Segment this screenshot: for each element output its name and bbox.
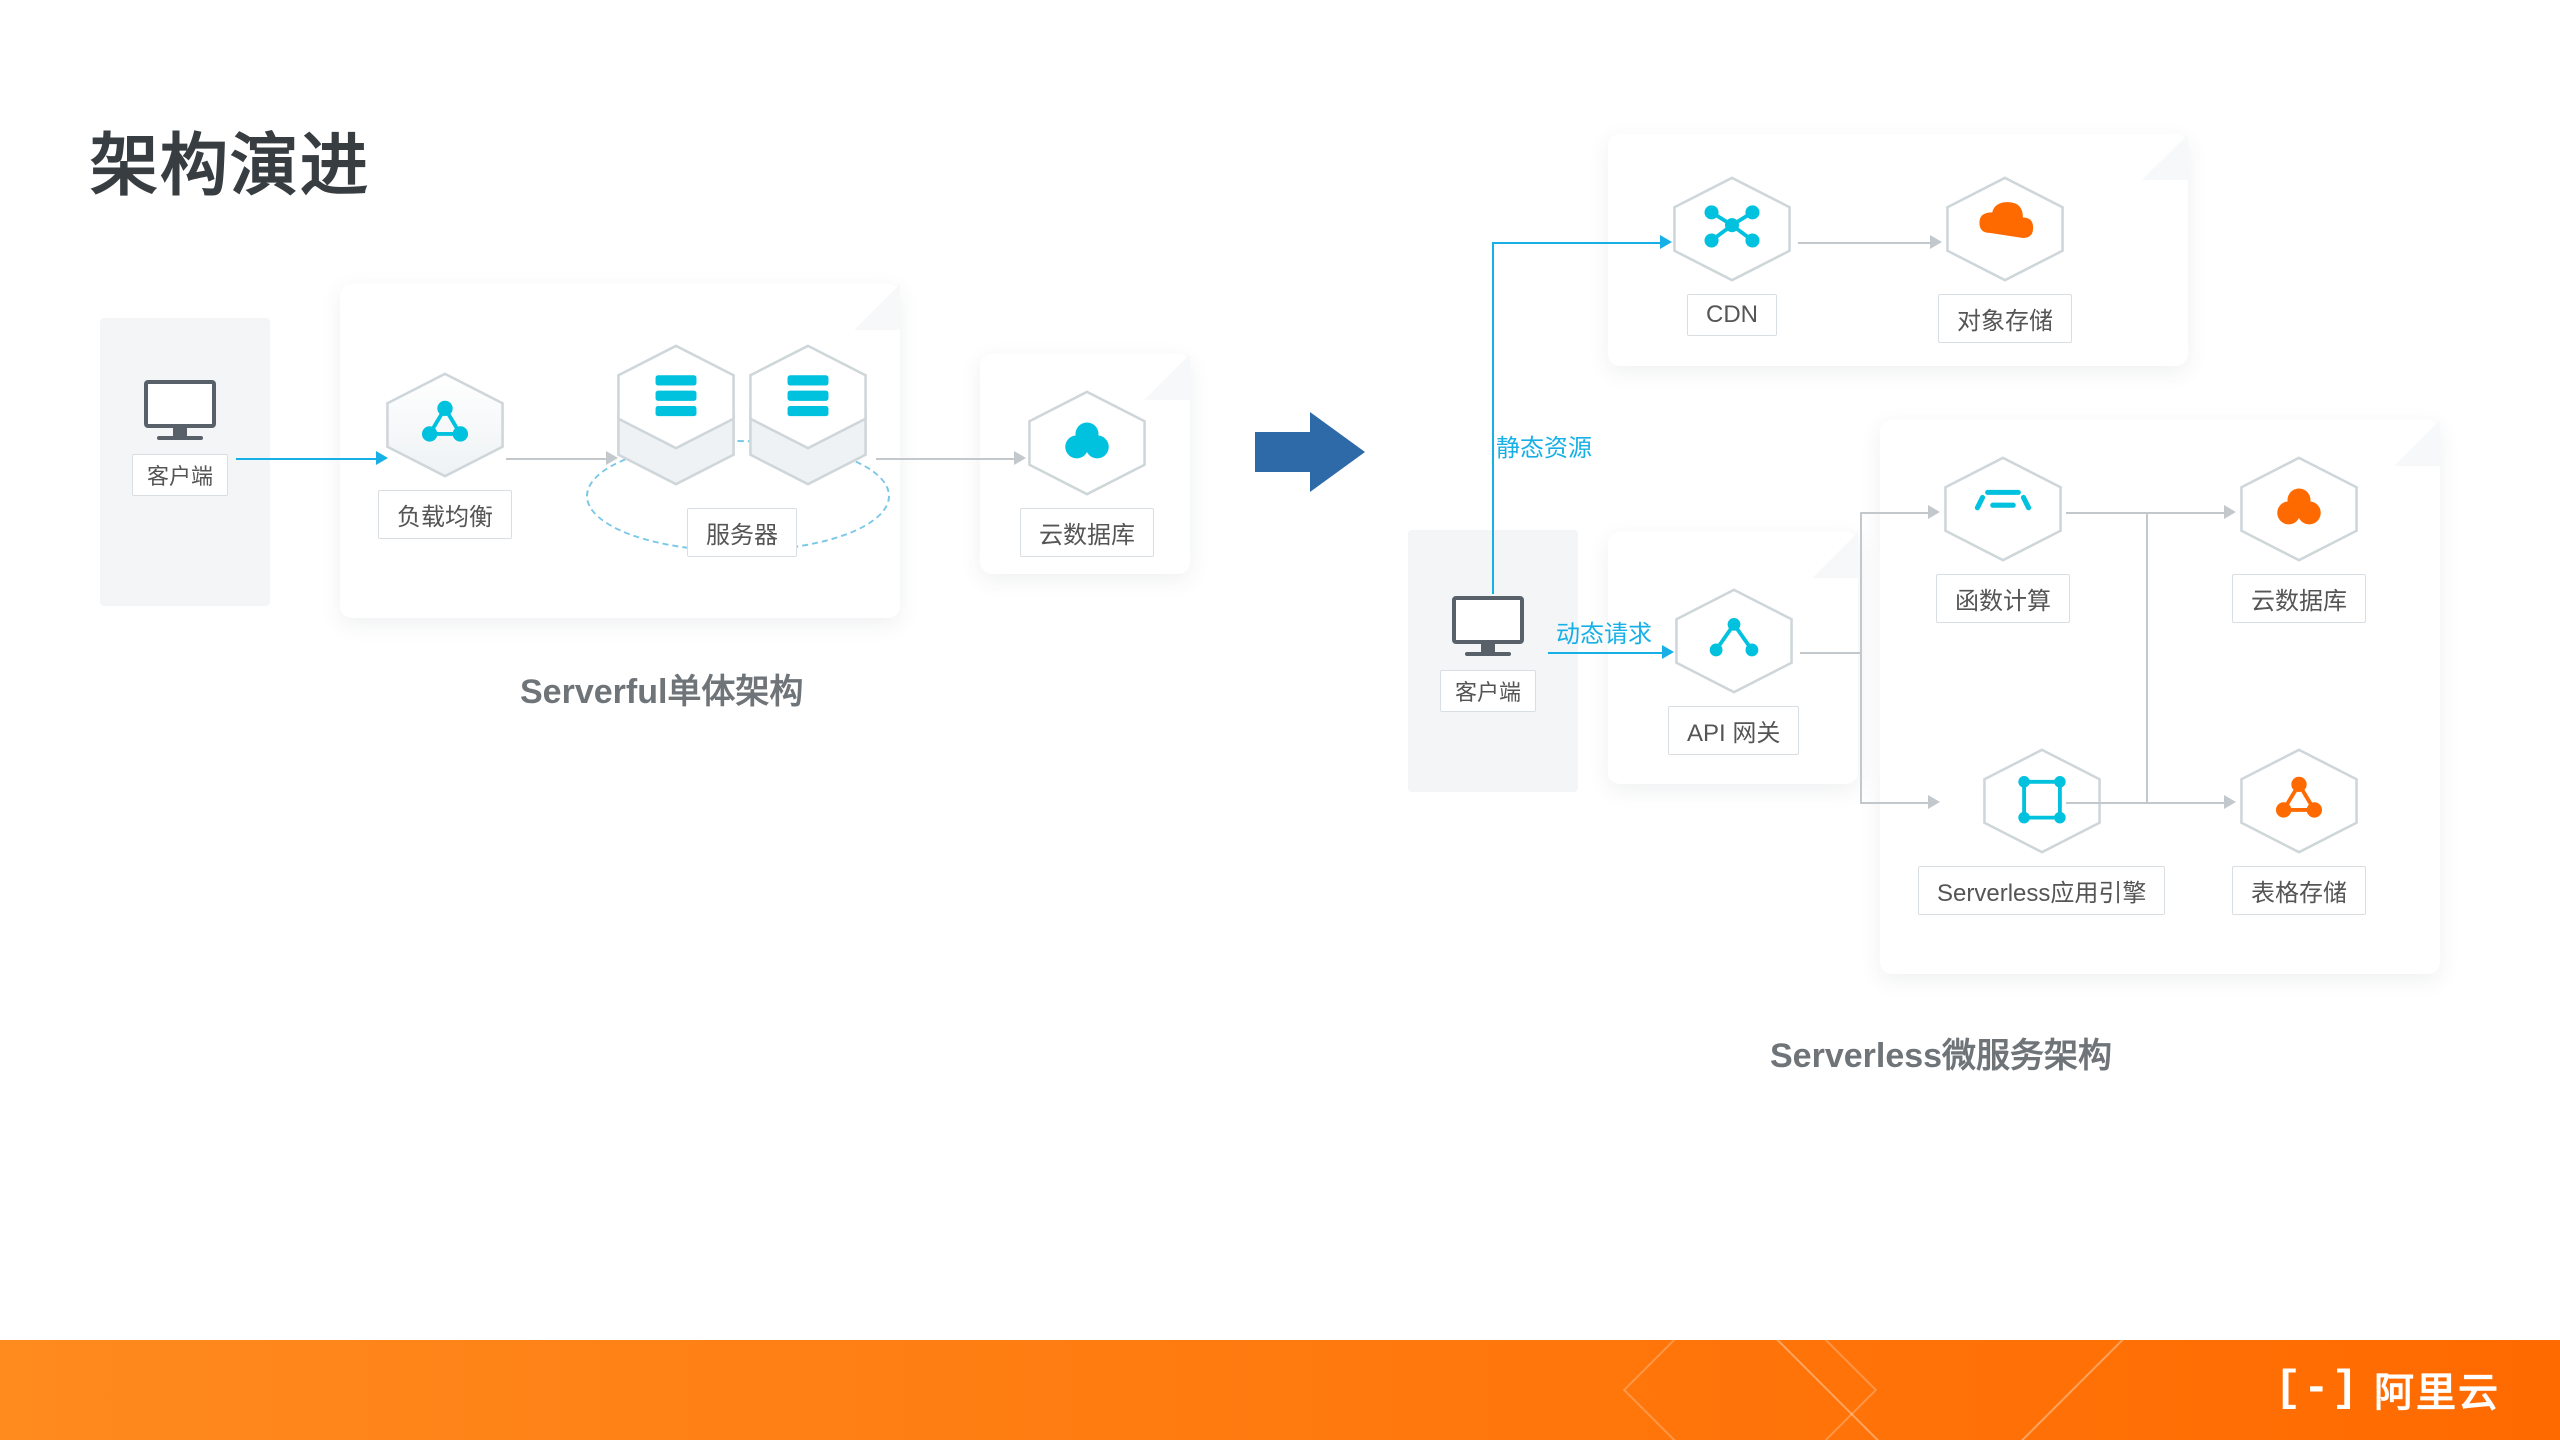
left-slb-label: 负载均衡: [378, 490, 512, 539]
left-client-label: 客户端: [132, 454, 228, 496]
conn-to-rds-arrow: [2224, 505, 2236, 519]
transition-arrow-icon: [1255, 412, 1365, 492]
client-pc-icon: [144, 380, 216, 444]
slide-title: 架构演进: [90, 110, 370, 209]
left-server-node: 服务器: [612, 342, 872, 557]
conn-fc-out: [2066, 512, 2146, 514]
right-ots-node: 表格存储: [2232, 746, 2366, 915]
right-apigw-label: API 网关: [1668, 706, 1799, 755]
oss-icon: [1941, 174, 2069, 284]
ots-icon: [2235, 746, 2363, 856]
client-pc-icon: [1452, 596, 1524, 660]
right-cdn-node: CDN: [1668, 174, 1796, 336]
conn-to-rds: [2146, 512, 2226, 514]
conn-right-fork-v: [2146, 512, 2148, 804]
conn-fork-fc-arrow: [1928, 505, 1940, 519]
conn-to-ots: [2146, 802, 2226, 804]
left-rds-node: 云数据库: [1020, 388, 1154, 557]
right-fc-node: 函数计算: [1936, 454, 2070, 623]
rds-icon: [1023, 388, 1151, 498]
right-apigw-node: API 网关: [1668, 586, 1799, 755]
slb-icon: [381, 370, 509, 480]
right-fc-label: 函数计算: [1936, 574, 2070, 623]
fc-icon: [1939, 454, 2067, 564]
left-client-node: 客户端: [132, 380, 228, 496]
right-client-label: 客户端: [1440, 670, 1536, 712]
left-conn-client-slb-arrow: [376, 451, 388, 465]
conn-client-up: [1492, 242, 1494, 594]
conn-up-to-cdn: [1492, 242, 1662, 244]
conn-apigw-fork-v: [1860, 512, 1862, 804]
left-conn-server-db: [876, 458, 1016, 460]
brand-bracket-icon: [-]: [2275, 1364, 2360, 1414]
right-ots-label: 表格存储: [2232, 866, 2366, 915]
left-server-label: 服务器: [687, 508, 797, 557]
conn-cdn-oss-arrow: [1930, 235, 1942, 249]
right-oss-label: 对象存储: [1938, 294, 2072, 343]
conn-fork-sae: [1860, 802, 1930, 804]
right-client-node: 客户端: [1440, 596, 1536, 712]
apigw-icon: [1670, 586, 1798, 696]
left-rds-label: 云数据库: [1020, 508, 1154, 557]
right-sae-node: Serverless应用引擎: [1918, 746, 2165, 915]
conn-fork-sae-arrow: [1928, 795, 1940, 809]
sae-icon: [1978, 746, 2106, 856]
left-conn-server-db-arrow: [1014, 451, 1026, 465]
right-sae-label: Serverless应用引擎: [1918, 866, 2165, 915]
conn-client-apigw: [1548, 652, 1664, 654]
left-conn-slb-server: [506, 458, 608, 460]
footer-bar: [-] 阿里云: [0, 1340, 2560, 1440]
right-rds-label: 云数据库: [2232, 574, 2366, 623]
conn-apigw-out: [1800, 652, 1860, 654]
right-rds-node: 云数据库: [2232, 454, 2366, 623]
left-slb-node: 负载均衡: [378, 370, 512, 539]
dynamic-label: 动态请求: [1556, 614, 1652, 649]
left-conn-slb-server-arrow: [606, 451, 618, 465]
brand-text: 阿里云: [2374, 1360, 2500, 1418]
conn-to-ots-arrow: [2224, 795, 2236, 809]
conn-fork-fc: [1860, 512, 1930, 514]
conn-sae-out: [2066, 802, 2146, 804]
conn-client-apigw-arrow: [1662, 645, 1674, 659]
rds-icon: [2235, 454, 2363, 564]
right-oss-node: 对象存储: [1938, 174, 2072, 343]
static-label: 静态资源: [1496, 428, 1592, 463]
cdn-icon: [1668, 174, 1796, 284]
right-section-caption: Serverless微服务架构: [1770, 1028, 2112, 1077]
brand-logo: [-] 阿里云: [2275, 1360, 2500, 1418]
right-cdn-label: CDN: [1687, 294, 1777, 336]
conn-cdn-oss: [1798, 242, 1932, 244]
left-section-caption: Serverful单体架构: [520, 664, 803, 713]
conn-cdn-arrow: [1660, 235, 1672, 249]
left-conn-client-slb: [236, 458, 378, 460]
